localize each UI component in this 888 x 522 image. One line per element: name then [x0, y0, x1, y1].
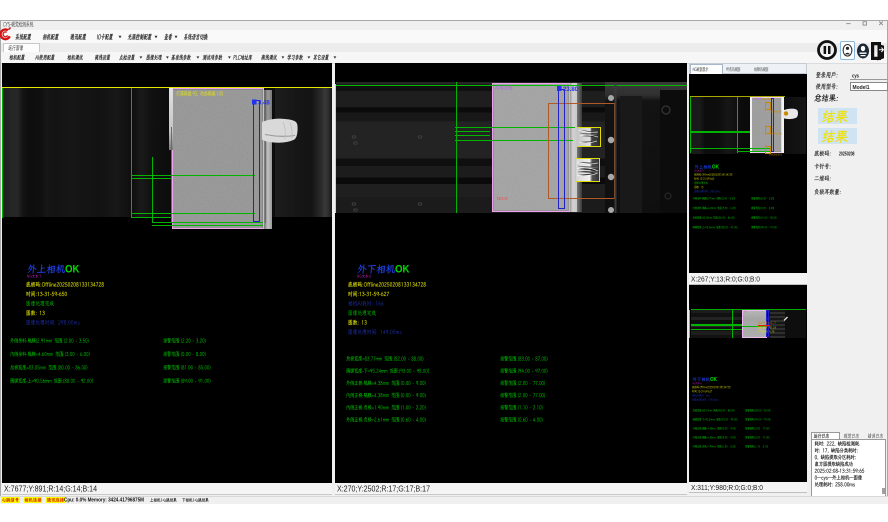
svg-text:20250208: 20250208	[839, 152, 855, 158]
svg-text:Cpu: 0.0% Memory: 3424.4179687: Cpu: 0.0% Memory: 3424.41796875M	[64, 498, 144, 504]
svg-text:Model1: Model1	[853, 85, 870, 91]
svg-text:X:311;Y:980;R:0;G:0;B:0: X:311;Y:980;R:0;G:0;B:0	[691, 483, 763, 492]
svg-text:93,100: 93,100	[762, 97, 772, 101]
svg-text:cys: cys	[852, 73, 859, 79]
svg-text:23.80: 23.80	[563, 87, 579, 93]
svg-text:OK: OK	[712, 165, 719, 171]
svg-text:OK: OK	[65, 264, 80, 276]
svg-text:X:7677;Y:891;R:14;G:14;B:14: X:7677;Y:891;R:14;G:14;B:14	[4, 485, 97, 494]
svg-text:3.48: 3.48	[258, 101, 270, 107]
svg-text:OK: OK	[395, 264, 410, 276]
svg-text:X:270;Y:2502;R:17;G:17;B:17: X:270;Y:2502;R:17;G:17;B:17	[337, 485, 430, 494]
svg-text:X:267;Y:13;R:0;G:0;B:0: X:267;Y:13;R:0;G:0;B:0	[691, 275, 760, 284]
svg-text:AI: AI	[744, 310, 747, 314]
svg-text:NG:0: NG:0	[497, 196, 508, 201]
svg-text:OK: OK	[710, 377, 717, 383]
